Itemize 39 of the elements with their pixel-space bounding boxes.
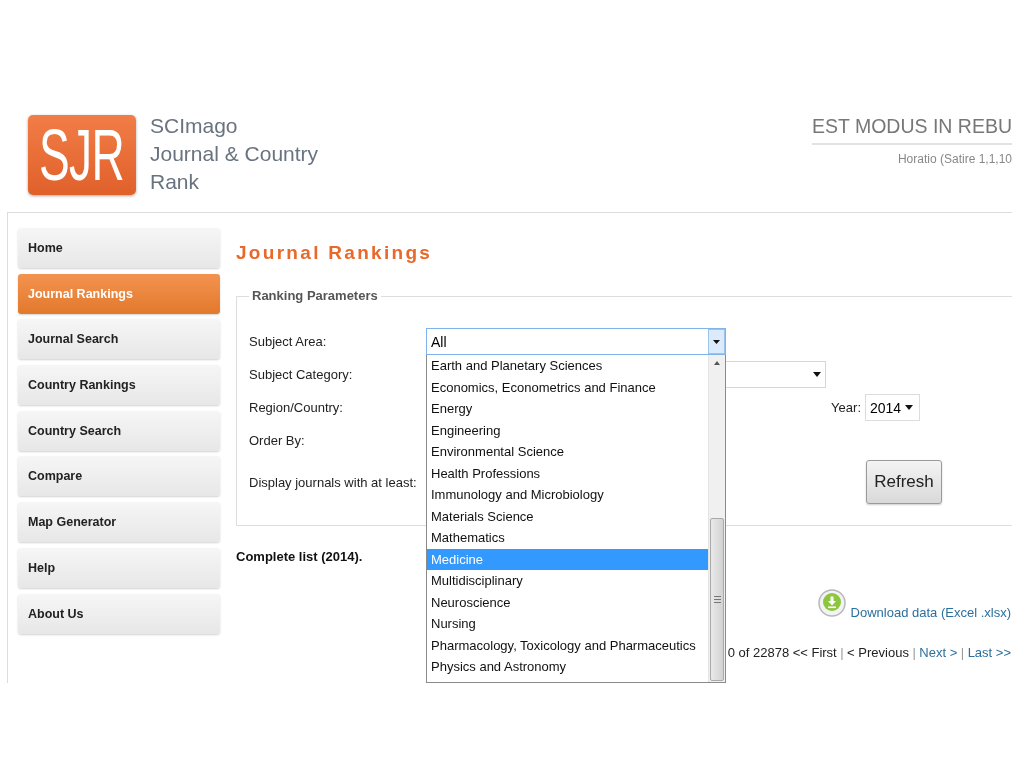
field-label: Order By: [249,433,306,448]
caret-icon [905,405,913,410]
download-icon[interactable] [817,589,846,617]
sidebar-item[interactable]: About Us [18,593,220,634]
field-label: Region/Country: [249,400,344,415]
pagination-link[interactable]: Next > [919,645,958,661]
sidebar-item[interactable]: Map Generator [18,502,220,543]
site-name: Rank [150,169,200,195]
sidebar-item[interactable]: Compare [18,456,220,497]
caret-icon [708,329,725,354]
sidebar-item[interactable]: Journal Search [18,319,220,360]
sidebar-item[interactable]: Help [18,547,220,588]
pagination-summary: 0 of 22878 [727,645,790,661]
year-select[interactable]: 2014 [865,394,920,421]
logo-text: SJR [39,125,125,185]
field-label: Subject Area: [249,334,328,349]
pagination-link[interactable]: Last >> [967,645,1011,661]
sidebar-item[interactable]: Home [18,228,220,268]
sidebar-item[interactable]: Country Rankings [18,365,220,406]
subject-area-select[interactable]: All [426,328,726,355]
site-name: SCImago [150,113,238,139]
field-label: Display journals with at least: [249,474,418,490]
motto-attribution: Horatio (Satire 1,1,10 [897,151,1012,167]
motto: EST MODUS IN REBU [811,113,1012,145]
caret-icon [813,372,821,377]
pagination-separator: | [912,645,916,661]
field-label: Year: [831,400,861,415]
page-title: Journal Rankings [236,241,433,265]
pagination-separator: | [840,645,844,661]
scrollbar-thumb[interactable] [710,518,724,681]
pagination-separator: | [960,645,965,661]
panel-legend: Ranking Parameters [249,286,381,306]
grip-icon [713,596,721,603]
download-link[interactable]: Download data (Excel .xlsx) [850,605,1011,621]
site-name: Journal & Country [150,141,319,167]
list-summary: Complete list (2014). [236,549,363,565]
field-label: Subject Category: [249,367,354,382]
sidebar-item[interactable]: Country Search [18,410,220,451]
refresh-button[interactable]: Refresh [866,460,942,504]
